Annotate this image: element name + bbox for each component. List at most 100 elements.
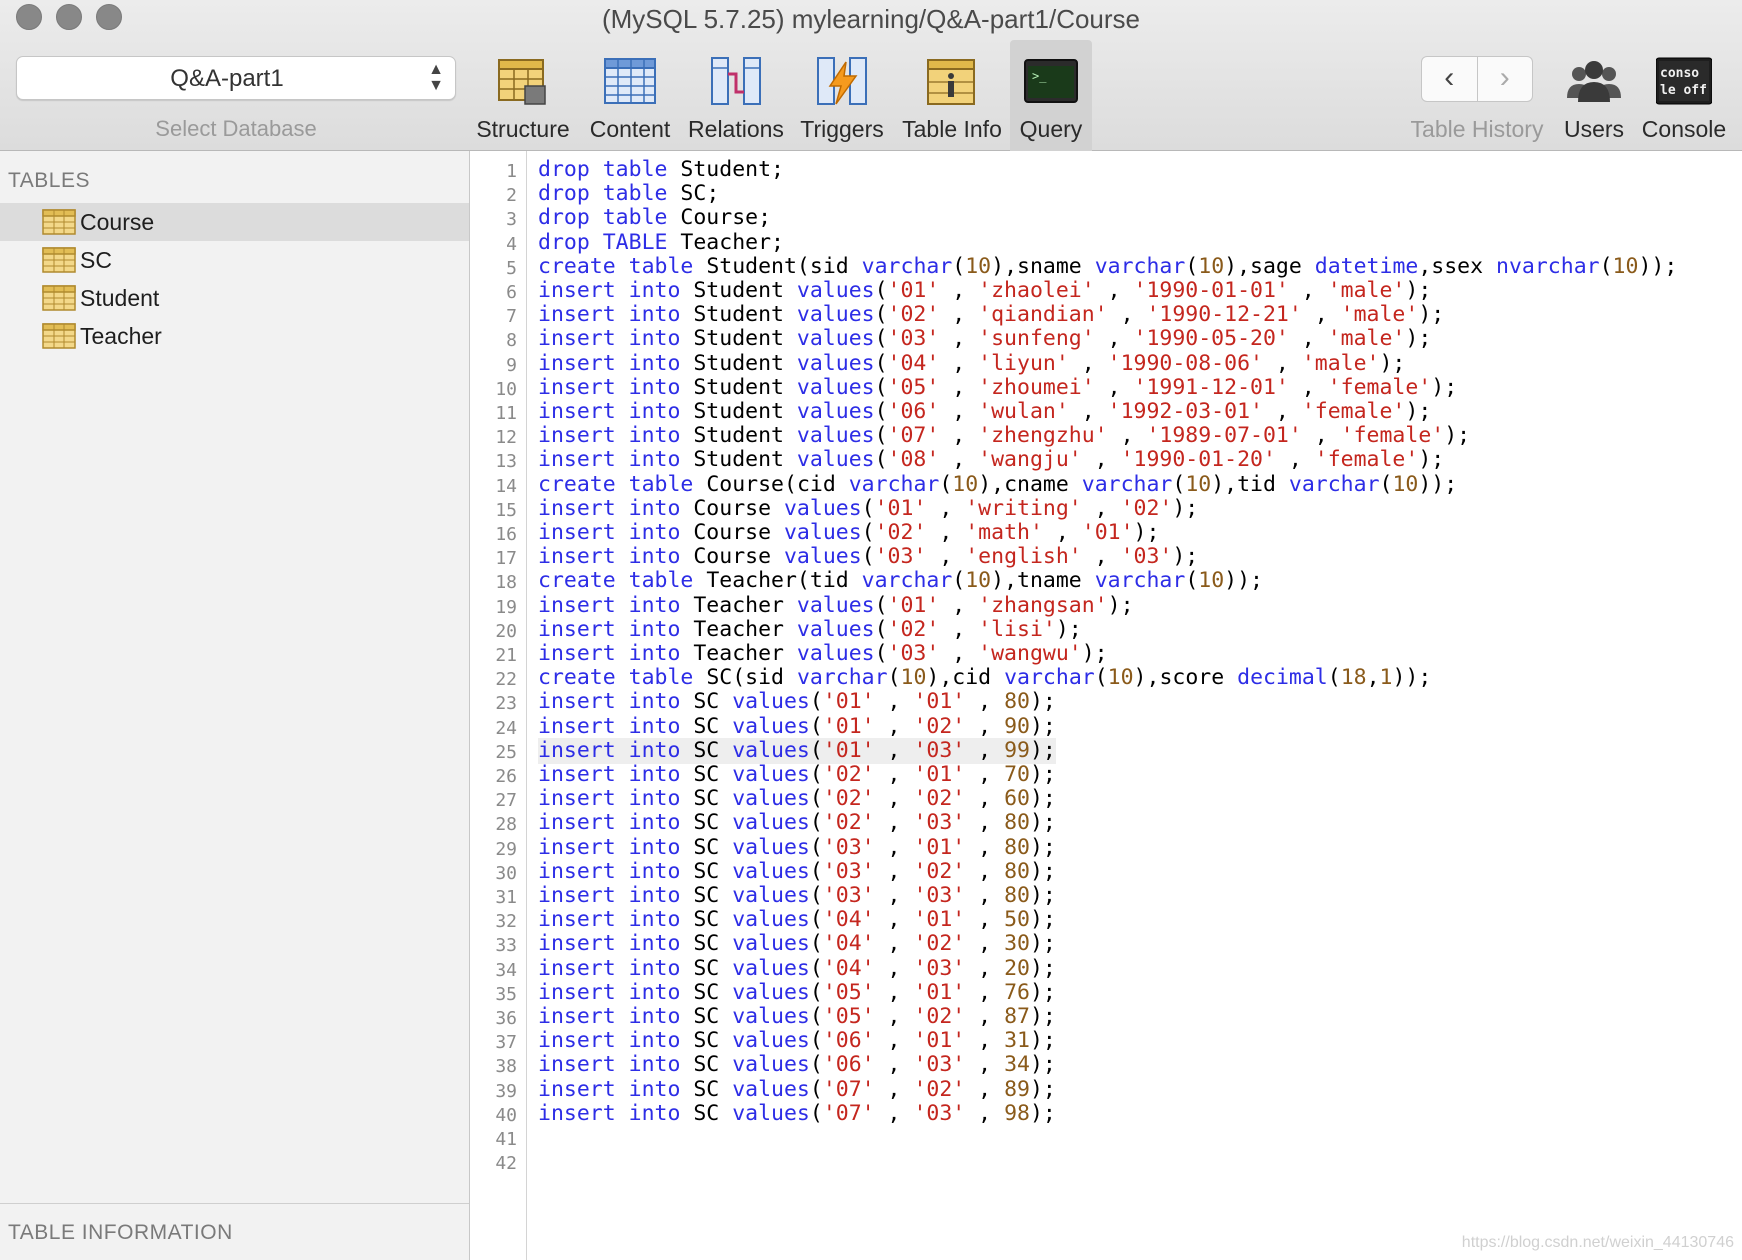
table-icon (42, 285, 76, 311)
code-line[interactable]: 20 insert into Teacher values('02' , 'lis… (471, 617, 1742, 643)
code-line[interactable]: 16 insert into Course values('02' , 'math… (471, 520, 1742, 546)
toolbar-table-info-label: Table Info (902, 116, 1002, 142)
code-text: create table Student(sid varchar(10),sna… (538, 253, 1678, 279)
code-text: insert into Student values('04' , 'liyun… (538, 350, 1406, 376)
code-line[interactable]: 12 insert into Student values('07' , 'zhe… (471, 423, 1742, 449)
line-number: 39 (495, 1080, 517, 1102)
code-text: insert into Teacher values('03' , 'wangw… (538, 641, 1108, 666)
code-line[interactable]: 10 insert into Student values('05' , 'zho… (471, 375, 1742, 401)
table-icon (42, 247, 76, 273)
line-number: 1 (506, 161, 517, 182)
console-badge-top: conso (1660, 66, 1699, 81)
sidebar-table-row[interactable]: Teacher (0, 317, 469, 355)
code-line[interactable]: 29 insert into SC values('03' , '01' , 80… (471, 835, 1742, 861)
code-line[interactable]: 24 insert into SC values('01' , '02' , 90… (471, 714, 1742, 740)
toolbar-table-info-button[interactable]: Table Info (896, 40, 1008, 151)
code-line[interactable]: 40 insert into SC values('07' , '03' , 98… (471, 1101, 1742, 1127)
code-text: insert into Student values('02' , 'qiand… (538, 302, 1445, 328)
code-line[interactable]: 23 insert into SC values('01' , '01' , 80… (471, 689, 1742, 715)
line-number: 27 (495, 790, 517, 812)
code-text: create table Teacher(tid varchar(10),tna… (538, 568, 1263, 594)
line-number: 14 (495, 475, 517, 497)
code-line[interactable]: 13 insert into Student values('08' , 'wan… (471, 447, 1742, 473)
code-text: insert into SC values('03' , '03' , 80); (538, 883, 1056, 908)
code-line[interactable]: 6 insert into Student values('01' , 'zhao… (471, 278, 1742, 304)
toolbar-structure-button[interactable]: Structure (470, 40, 576, 151)
line-number: 13 (495, 451, 517, 473)
code-line[interactable]: 21 insert into Teacher values('03' , 'wan… (471, 641, 1742, 667)
code-text: insert into SC values('05' , '02' , 87); (538, 1004, 1056, 1029)
window-title: (MySQL 5.7.25) mylearning/Q&A-part1/Cour… (601, 4, 1141, 34)
window-toolbar: (MySQL 5.7.25) mylearning/Q&A-part1/Cour… (0, 0, 1742, 151)
code-line[interactable]: 18 create table Teacher(tid varchar(10),t… (471, 568, 1742, 594)
sidebar-table-row[interactable]: Course (0, 203, 469, 241)
code-line[interactable]: 14 create table Course(cid varchar(10),cn… (471, 472, 1742, 498)
toolbar-relations-button[interactable]: Relations (684, 40, 788, 151)
code-line[interactable]: 22 create table SC(sid varchar(10),cid va… (471, 665, 1742, 691)
code-line[interactable]: 8 insert into Student values('03' , 'sunf… (471, 326, 1742, 352)
line-number: 32 (495, 911, 517, 933)
code-text: create table SC(sid varchar(10),cid varc… (538, 665, 1432, 691)
toolbar-users-button[interactable]: Users (1556, 40, 1632, 151)
line-number: 4 (506, 233, 517, 255)
code-line[interactable]: 34 insert into SC values('04' , '03' , 20… (471, 956, 1742, 982)
toolbar-console-button[interactable]: conso le off Console (1634, 40, 1734, 151)
line-number: 8 (506, 330, 517, 352)
code-line[interactable]: 31 insert into SC values('03' , '03' , 80… (471, 883, 1742, 909)
line-number: 2 (506, 185, 517, 207)
content-grid-icon (604, 58, 656, 104)
code-line[interactable]: 26 insert into SC values('02' , '01' , 70… (471, 762, 1742, 788)
sidebar-table-name: Teacher (80, 323, 162, 349)
toolbar-query-label: Query (1019, 116, 1083, 142)
line-number: 22 (495, 669, 517, 691)
code-line[interactable]: 27 insert into SC values('02' , '02' , 60… (471, 786, 1742, 812)
code-line[interactable]: 33 insert into SC values('04' , '02' , 30… (471, 931, 1742, 957)
code-text: insert into Teacher values('01' , 'zhang… (538, 592, 1134, 618)
toolbar-triggers-button[interactable]: Triggers (790, 40, 894, 151)
code-line[interactable]: 38 insert into SC values('06' , '03' , 34… (471, 1052, 1742, 1078)
query-editor[interactable]: 1 drop table Student; 2 drop table SC; 3 drop… (471, 151, 1742, 1260)
code-text: insert into SC values('04' , '02' , 30); (538, 931, 1056, 957)
code-line[interactable]: 35 insert into SC values('05' , '01' , 76… (471, 980, 1742, 1006)
code-line[interactable]: 15 insert into Course values('01' , 'writ… (471, 496, 1742, 522)
code-text: insert into Teacher values('02' , 'lisi'… (538, 616, 1082, 642)
code-text: insert into SC values('02' , '03' , 80); (538, 810, 1056, 836)
code-text: drop table SC; (538, 181, 720, 207)
toolbar-query-button[interactable]: >_ Query (1010, 40, 1092, 151)
code-line[interactable]: 5 create table Student(sid varchar(10),sn… (471, 254, 1742, 280)
database-select[interactable]: Q&A-part1 ▲ ▼ (16, 56, 456, 100)
code-line[interactable]: 19 insert into Teacher values('01' , 'zha… (471, 593, 1742, 619)
code-line[interactable]: 2 drop table SC; (471, 181, 1742, 207)
code-line[interactable]: 7 insert into Student values('02' , 'qian… (471, 302, 1742, 328)
sidebar-table-name: Course (80, 209, 155, 235)
code-line[interactable]: 1 drop table Student; (471, 157, 1742, 183)
code-line[interactable]: 37 insert into SC values('06' , '01' , 31… (471, 1028, 1742, 1054)
code-text: insert into Student values('03' , 'sunfe… (538, 326, 1432, 352)
code-line[interactable]: 11 insert into Student values('06' , 'wul… (471, 399, 1742, 425)
code-line[interactable]: 9 insert into Student values('04' , 'liyu… (471, 351, 1742, 377)
code-line[interactable]: 25 insert into SC values('01' , '03' , 99… (471, 737, 1742, 764)
structure-icon (498, 59, 546, 105)
code-line[interactable]: 36 insert into SC values('05' , '02' , 87… (471, 1004, 1742, 1030)
code-line[interactable]: 30 insert into SC values('03' , '02' , 80… (471, 859, 1742, 885)
code-line[interactable]: 42 (471, 1149, 1742, 1175)
code-line[interactable]: 39 insert into SC values('07' , '02' , 89… (471, 1077, 1742, 1103)
line-number: 30 (495, 862, 517, 884)
code-line[interactable]: 4 drop TABLE Teacher; (471, 230, 1742, 256)
code-text: insert into SC values('01' , '03' , 99); (538, 737, 1056, 764)
toolbar-triggers-label: Triggers (800, 116, 884, 142)
sidebar-table-row[interactable]: SC (0, 241, 469, 279)
line-number: 34 (495, 959, 517, 981)
line-number: 36 (495, 1008, 517, 1029)
toolbar-content-button[interactable]: Content (578, 40, 682, 151)
code-line[interactable]: 17 insert into Course values('03' , 'engl… (471, 544, 1742, 570)
code-line[interactable]: 3 drop table Course; (471, 205, 1742, 231)
sidebar-table-row[interactable]: Student (0, 279, 469, 317)
table-information-panel: TABLE INFORMATION (0, 1203, 469, 1260)
code-line[interactable]: 32 insert into SC values('04' , '01' , 50… (471, 907, 1742, 933)
line-number: 42 (495, 1153, 517, 1175)
code-line[interactable]: 28 insert into SC values('02' , '03' , 80… (471, 810, 1742, 836)
up-down-chevron-icon: ▲ ▼ (428, 61, 444, 94)
code-line[interactable]: 41 (471, 1125, 1742, 1151)
line-number: 25 (495, 741, 517, 763)
